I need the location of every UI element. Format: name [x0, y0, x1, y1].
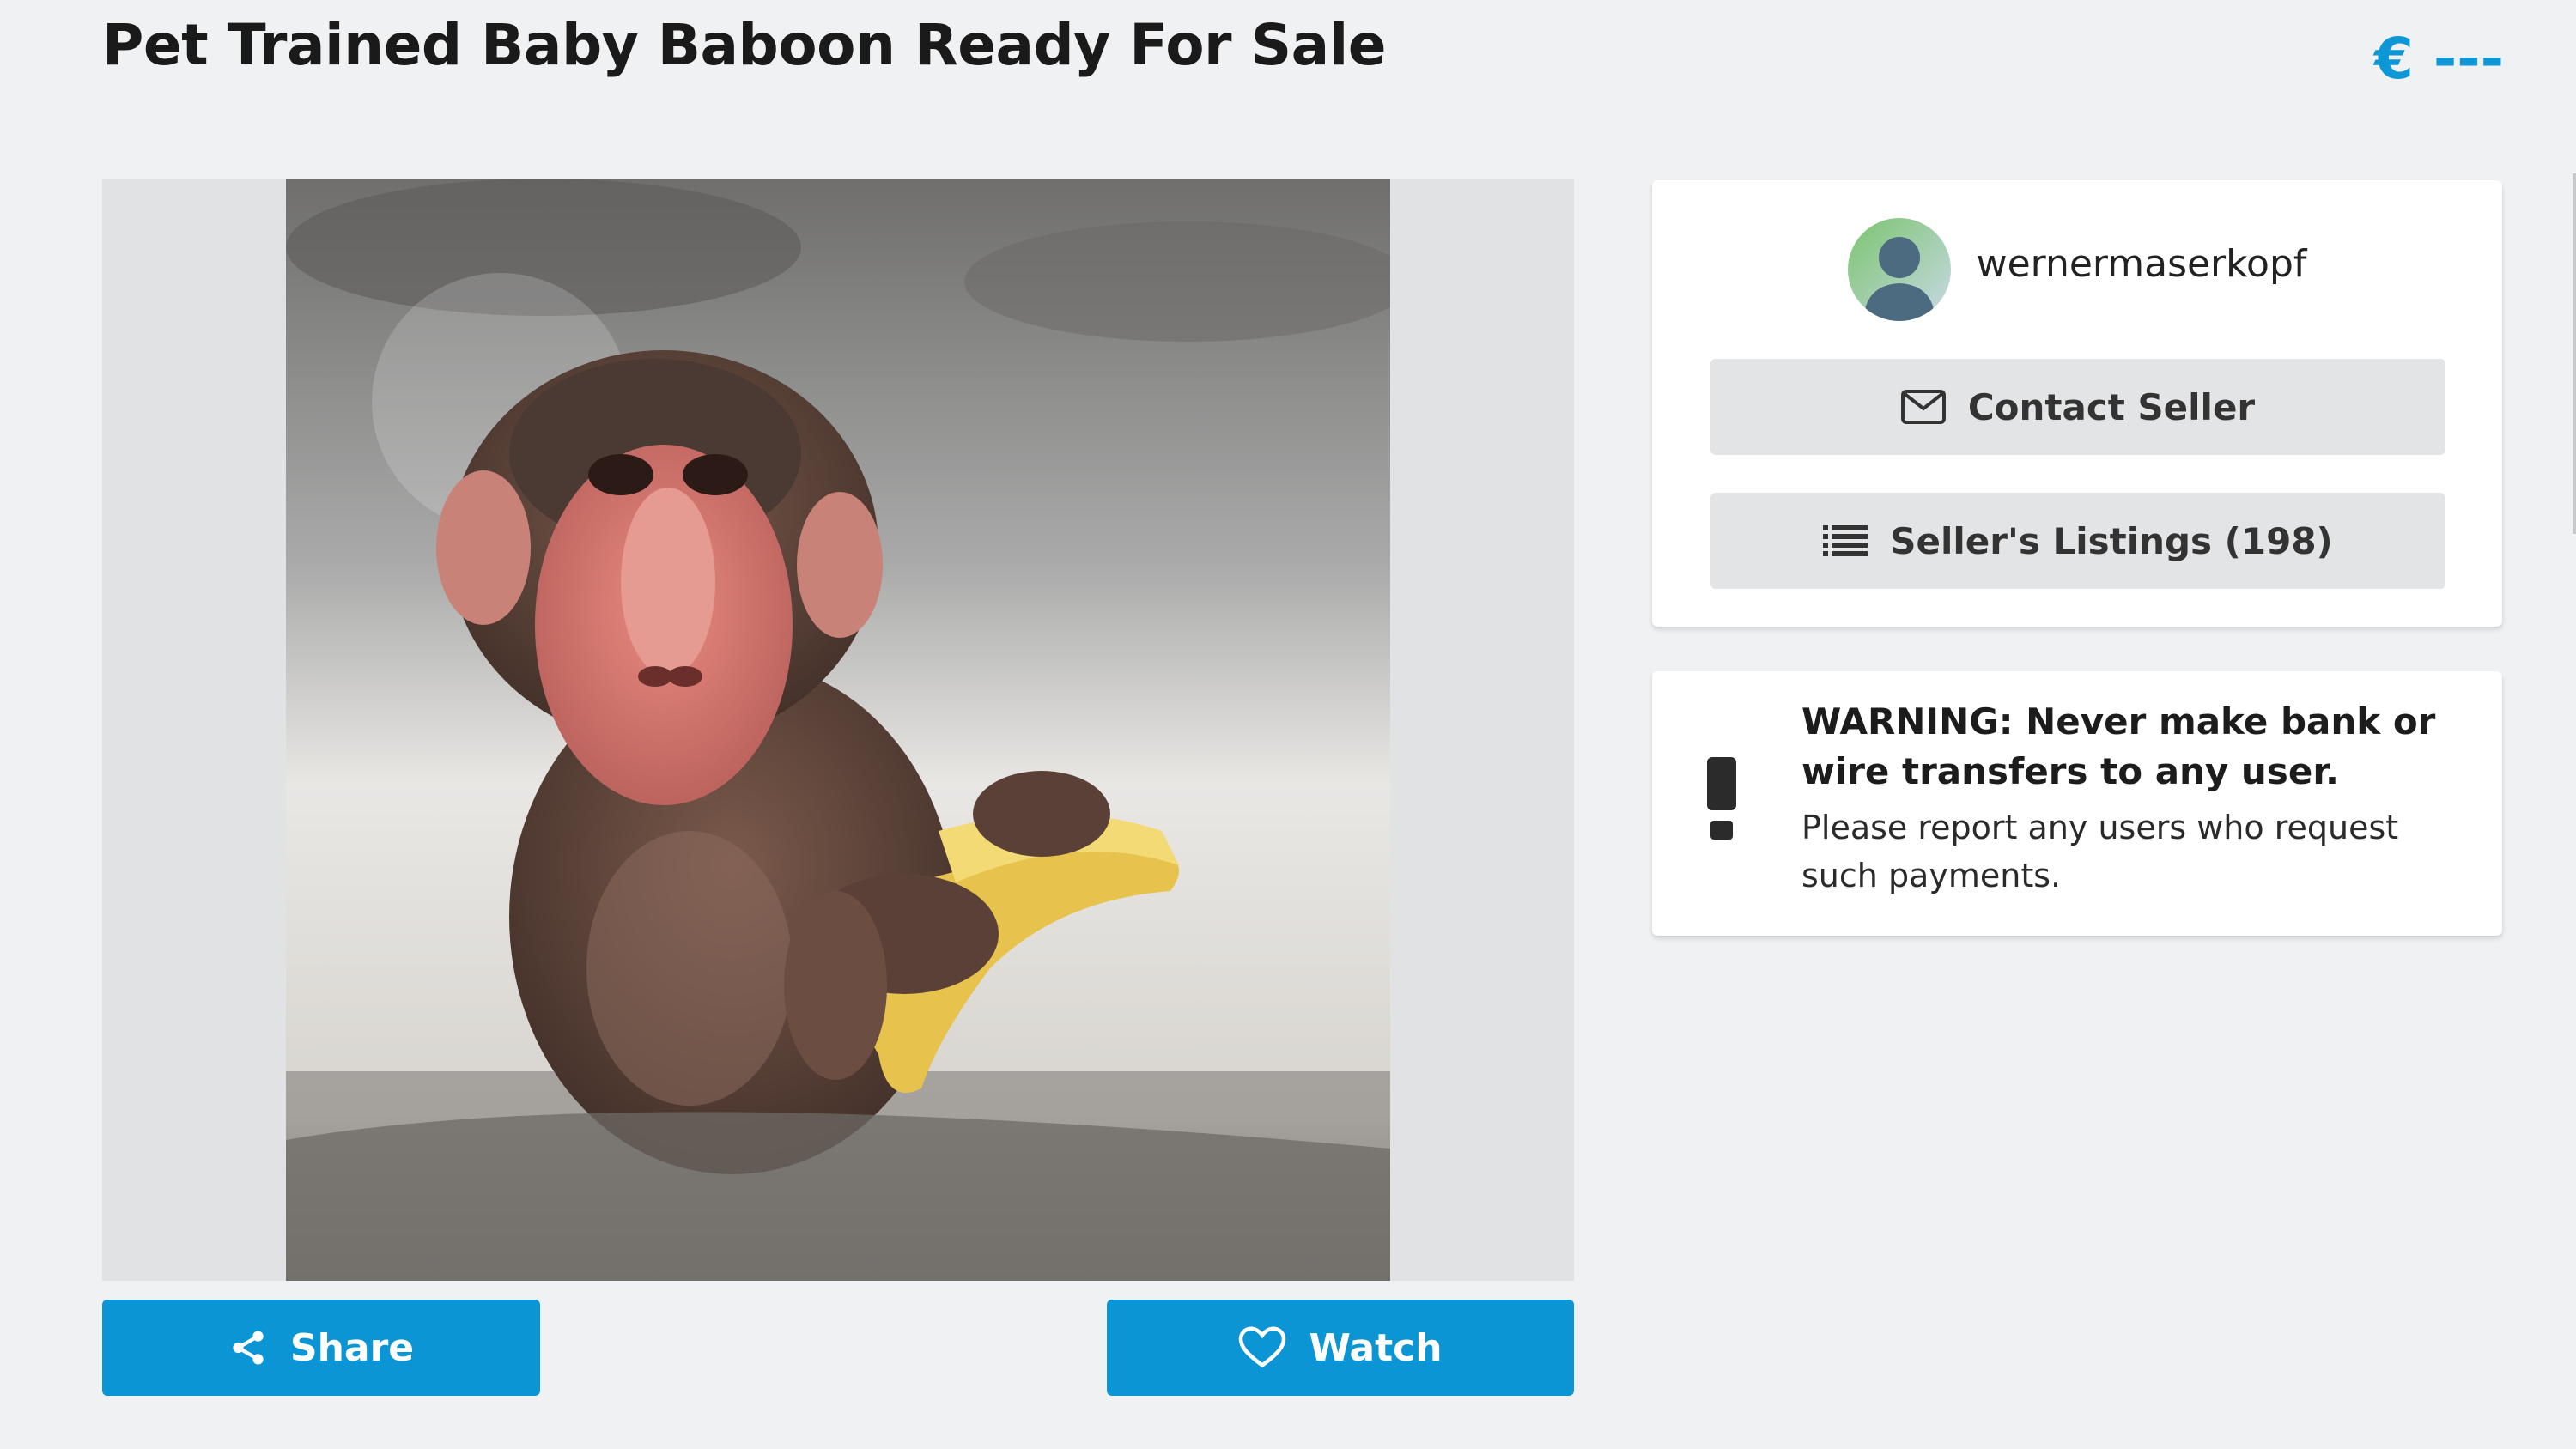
- contact-seller-label: Contact Seller: [1967, 385, 2256, 428]
- baboon-photo[interactable]: [286, 179, 1390, 1281]
- seller-listings-button[interactable]: Seller's Listings (198): [1710, 493, 2445, 589]
- watch-button[interactable]: Watch: [1107, 1300, 1574, 1396]
- contact-seller-button[interactable]: Contact Seller: [1710, 359, 2445, 455]
- exclamation-icon: [1707, 757, 1736, 840]
- page-scrollbar[interactable]: [2573, 173, 2576, 534]
- warning-body: Please report any users who request such…: [1801, 809, 2399, 894]
- watch-label: Watch: [1309, 1325, 1443, 1370]
- share-label: Share: [289, 1325, 415, 1370]
- heart-icon: [1239, 1326, 1286, 1368]
- image-gallery[interactable]: [102, 179, 1574, 1281]
- seller-card: wernermaserkopf Contact Seller Seller's …: [1652, 180, 2502, 627]
- share-icon: [233, 1331, 264, 1365]
- list-icon: [1823, 525, 1868, 556]
- listing-page: Pet Trained Baby Baboon Ready For Sale €…: [0, 0, 2576, 1449]
- seller-listings-label: Seller's Listings (198): [1890, 519, 2333, 562]
- listing-price: € ---: [2373, 26, 2504, 92]
- seller-username[interactable]: wernermaserkopf: [1977, 242, 2307, 286]
- envelope-icon: [1900, 390, 1946, 424]
- listing-title: Pet Trained Baby Baboon Ready For Sale: [102, 12, 1387, 78]
- seller-info[interactable]: wernermaserkopf: [1652, 218, 2502, 321]
- user-avatar-icon[interactable]: [1847, 218, 1951, 321]
- warning-heading: WARNING: Never make bank or wire transfe…: [1801, 700, 2436, 792]
- share-button[interactable]: Share: [102, 1300, 540, 1396]
- warning-card: WARNING: Never make bank or wire transfe…: [1652, 671, 2502, 936]
